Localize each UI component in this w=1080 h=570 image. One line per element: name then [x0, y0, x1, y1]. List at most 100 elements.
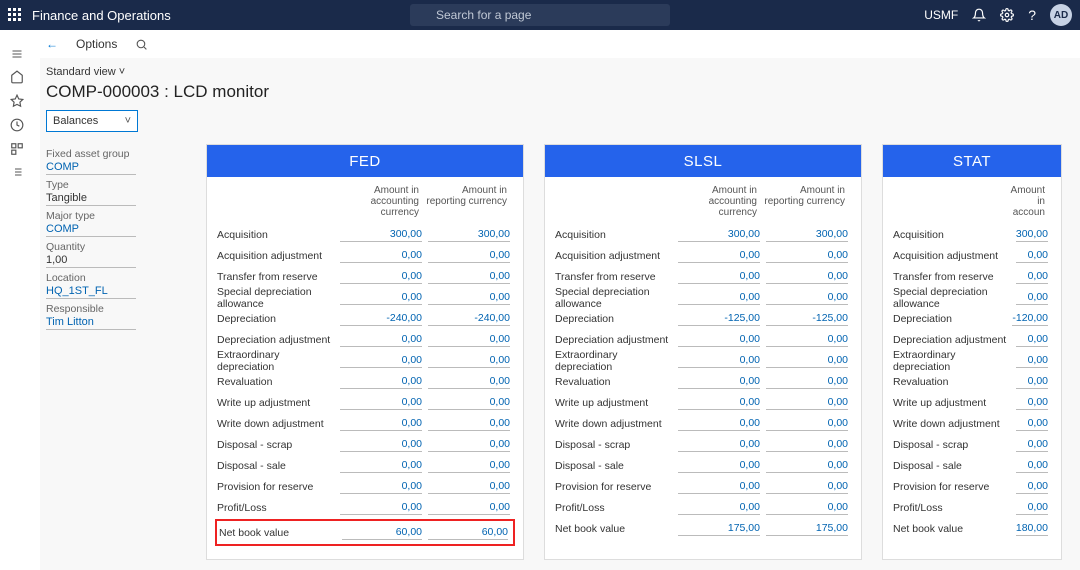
module-icon[interactable]: [0, 142, 34, 156]
amount-accounting[interactable]: 0,00: [678, 396, 760, 410]
amount-reporting[interactable]: 0,00: [428, 396, 510, 410]
home-icon[interactable]: [0, 70, 34, 84]
amount-reporting[interactable]: 0,00: [766, 501, 848, 515]
amount-accounting[interactable]: -125,00: [678, 312, 760, 326]
amount-accounting[interactable]: 0,00: [678, 417, 760, 431]
amount-accounting[interactable]: 0,00: [1016, 270, 1048, 284]
amount-accounting[interactable]: 0,00: [340, 438, 422, 452]
amount-accounting[interactable]: 0,00: [1016, 396, 1048, 410]
search-input[interactable]: [410, 4, 670, 26]
amount-accounting[interactable]: 0,00: [1016, 354, 1048, 368]
balances-dropdown[interactable]: Balances ˅: [46, 110, 138, 132]
options-menu[interactable]: Options: [76, 37, 117, 51]
amount-reporting[interactable]: 0,00: [766, 375, 848, 389]
field-major-type[interactable]: COMP: [46, 222, 136, 237]
amount-accounting[interactable]: 0,00: [678, 333, 760, 347]
amount-reporting[interactable]: 0,00: [766, 333, 848, 347]
amount-reporting[interactable]: -240,00: [428, 312, 510, 326]
amount-accounting[interactable]: 0,00: [340, 480, 422, 494]
entity-label[interactable]: USMF: [924, 8, 958, 22]
list-icon[interactable]: [0, 166, 34, 178]
amount-accounting[interactable]: 0,00: [678, 459, 760, 473]
amount-accounting[interactable]: 0,00: [340, 270, 422, 284]
field-responsible[interactable]: Tim Litton: [46, 315, 136, 330]
amount-accounting[interactable]: 0,00: [340, 291, 422, 305]
amount-accounting[interactable]: 0,00: [678, 375, 760, 389]
amount-reporting[interactable]: 0,00: [766, 270, 848, 284]
amount-accounting[interactable]: 60,00: [342, 526, 422, 540]
amount-reporting[interactable]: 0,00: [428, 438, 510, 452]
amount-reporting[interactable]: 0,00: [766, 354, 848, 368]
back-button[interactable]: ←: [46, 37, 58, 51]
amount-accounting[interactable]: -240,00: [340, 312, 422, 326]
amount-reporting[interactable]: 0,00: [428, 354, 510, 368]
star-icon[interactable]: [0, 94, 34, 108]
amount-reporting[interactable]: 0,00: [766, 459, 848, 473]
amount-reporting[interactable]: 0,00: [766, 291, 848, 305]
help-icon[interactable]: ?: [1028, 7, 1036, 23]
amount-accounting[interactable]: 0,00: [340, 459, 422, 473]
field-location[interactable]: HQ_1ST_FL: [46, 284, 136, 299]
avatar[interactable]: AD: [1050, 4, 1072, 26]
amount-accounting[interactable]: 0,00: [1016, 249, 1048, 263]
clock-icon[interactable]: [0, 118, 34, 132]
amount-accounting[interactable]: 0,00: [678, 270, 760, 284]
amount-accounting[interactable]: 0,00: [340, 501, 422, 515]
amount-reporting[interactable]: 0,00: [428, 480, 510, 494]
amount-accounting[interactable]: 180,00: [1016, 522, 1048, 536]
amount-accounting[interactable]: 0,00: [340, 396, 422, 410]
hamburger-icon[interactable]: [0, 48, 34, 60]
amount-reporting[interactable]: 0,00: [428, 291, 510, 305]
amount-accounting[interactable]: 0,00: [1016, 438, 1048, 452]
amount-accounting[interactable]: -120,00: [1012, 312, 1048, 326]
amount-reporting[interactable]: 0,00: [428, 417, 510, 431]
amount-accounting[interactable]: 0,00: [340, 333, 422, 347]
amount-accounting[interactable]: 0,00: [1016, 375, 1048, 389]
bell-icon[interactable]: [972, 8, 986, 22]
amount-reporting[interactable]: 0,00: [428, 333, 510, 347]
field-fixed-asset-group[interactable]: COMP: [46, 160, 136, 175]
amount-accounting[interactable]: 0,00: [1016, 459, 1048, 473]
amount-accounting[interactable]: 0,00: [678, 249, 760, 263]
amount-reporting[interactable]: 0,00: [766, 396, 848, 410]
amount-accounting[interactable]: 0,00: [1016, 291, 1048, 305]
amount-accounting[interactable]: 0,00: [678, 438, 760, 452]
amount-reporting[interactable]: 0,00: [766, 249, 848, 263]
amount-reporting[interactable]: -125,00: [766, 312, 848, 326]
amount-accounting[interactable]: 300,00: [340, 228, 422, 242]
amount-accounting[interactable]: 0,00: [1016, 480, 1048, 494]
amount-reporting[interactable]: 60,00: [428, 526, 508, 540]
amount-reporting[interactable]: 0,00: [766, 417, 848, 431]
amount-reporting[interactable]: 0,00: [428, 375, 510, 389]
app-launcher-icon[interactable]: [8, 8, 22, 22]
amount-reporting[interactable]: 175,00: [766, 522, 848, 536]
amount-reporting[interactable]: 0,00: [428, 270, 510, 284]
amount-accounting[interactable]: 175,00: [678, 522, 760, 536]
amount-accounting[interactable]: 0,00: [678, 354, 760, 368]
amount-accounting[interactable]: 300,00: [678, 228, 760, 242]
amount-accounting[interactable]: 0,00: [1016, 501, 1048, 515]
amount-reporting[interactable]: 0,00: [428, 459, 510, 473]
table-row: Disposal - scrap0,000,00: [555, 434, 851, 455]
amount-reporting[interactable]: 0,00: [428, 501, 510, 515]
amount-accounting[interactable]: 0,00: [678, 501, 760, 515]
amount-accounting[interactable]: 0,00: [340, 249, 422, 263]
table-row: Revaluation0,000,00: [555, 371, 851, 392]
gear-icon[interactable]: [1000, 8, 1014, 22]
amount-reporting[interactable]: 0,00: [766, 438, 848, 452]
amount-reporting[interactable]: 300,00: [766, 228, 848, 242]
amount-accounting[interactable]: 0,00: [1016, 333, 1048, 347]
amount-accounting[interactable]: 0,00: [678, 291, 760, 305]
amount-accounting[interactable]: 0,00: [1016, 417, 1048, 431]
amount-accounting[interactable]: 0,00: [340, 375, 422, 389]
amount-reporting[interactable]: 0,00: [428, 249, 510, 263]
amount-reporting[interactable]: 300,00: [428, 228, 510, 242]
search-icon[interactable]: [135, 38, 148, 51]
amount-reporting[interactable]: 0,00: [766, 480, 848, 494]
amount-accounting[interactable]: 0,00: [678, 480, 760, 494]
amount-accounting[interactable]: 300,00: [1016, 228, 1048, 242]
page-title: COMP-000003 : LCD monitor: [46, 82, 1074, 102]
amount-accounting[interactable]: 0,00: [340, 354, 422, 368]
amount-accounting[interactable]: 0,00: [340, 417, 422, 431]
view-selector[interactable]: Standard view ˅: [46, 66, 1074, 78]
